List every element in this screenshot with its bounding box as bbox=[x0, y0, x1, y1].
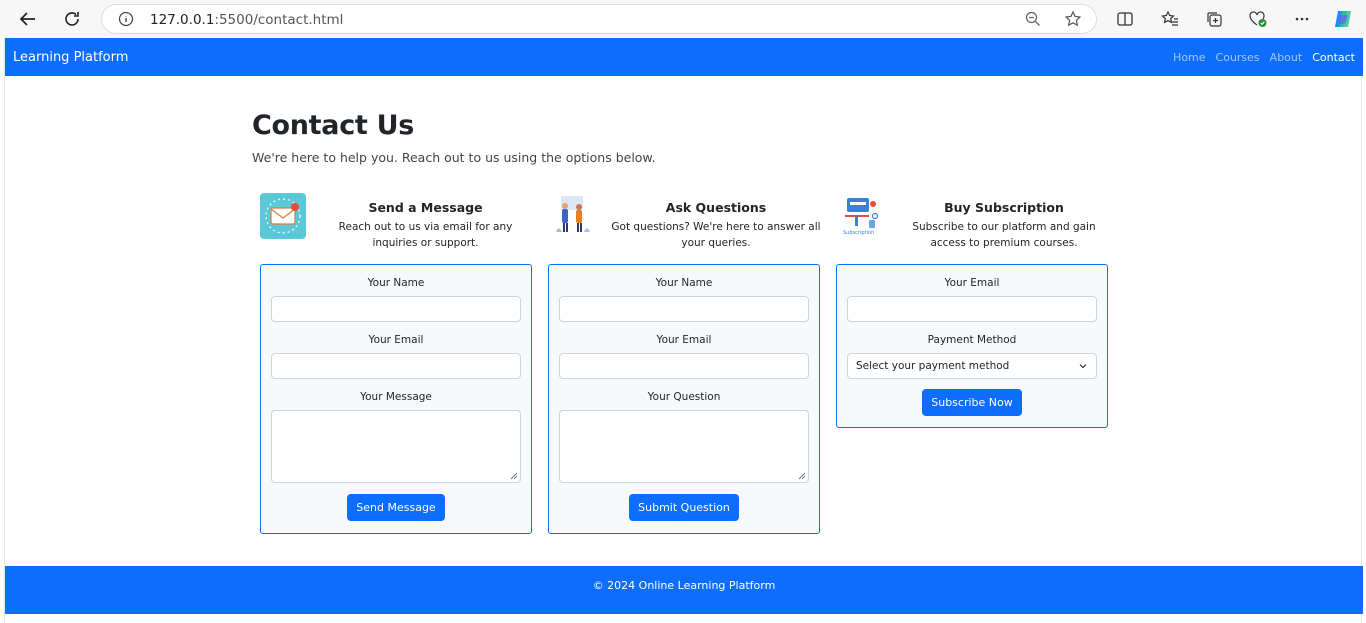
section-description: Got questions? We're here to answer all … bbox=[611, 221, 821, 249]
svg-text:Subscription: Subscription bbox=[843, 230, 874, 236]
chevron-down-icon bbox=[1079, 364, 1087, 369]
name-label: Your Name bbox=[655, 277, 713, 289]
subscribe-now-button[interactable]: Subscribe Now bbox=[922, 389, 1022, 416]
send-message-form: Your Name Your Email Your Message Send M… bbox=[260, 264, 532, 534]
url-text: 127.0.0.1:5500/contact.html bbox=[150, 12, 344, 28]
name-input[interactable] bbox=[271, 296, 521, 322]
more-options-icon[interactable] bbox=[1290, 7, 1314, 31]
subscription-form: Your Email Payment Method Select your pa… bbox=[836, 264, 1108, 428]
payment-method-select[interactable]: Select your payment method bbox=[847, 353, 1097, 379]
submit-question-button[interactable]: Submit Question bbox=[629, 494, 739, 521]
section-ask-questions: Ask Questions Got questions? We're here … bbox=[553, 190, 823, 250]
favorites-icon[interactable] bbox=[1158, 7, 1182, 31]
page-subtitle: We're here to help you. Reach out to us … bbox=[252, 150, 656, 165]
favorite-star-icon[interactable] bbox=[1064, 10, 1082, 33]
copilot-icon[interactable] bbox=[1331, 7, 1355, 31]
message-label: Your Message bbox=[360, 391, 432, 403]
ask-question-form: Your Name Your Email Your Question Submi… bbox=[548, 264, 820, 534]
section-title: Buy Subscription bbox=[944, 200, 1064, 215]
email-label: Your Email bbox=[944, 277, 1000, 289]
nav-link-about[interactable]: About bbox=[1270, 51, 1303, 64]
email-input[interactable] bbox=[271, 353, 521, 379]
nav-link-contact[interactable]: Contact bbox=[1312, 51, 1355, 64]
envelope-icon bbox=[259, 192, 307, 240]
browser-toolbar: 127.0.0.1:5500/contact.html bbox=[0, 0, 1366, 38]
message-textarea[interactable] bbox=[271, 410, 521, 483]
nav-links: Home Courses About Contact bbox=[1173, 51, 1355, 64]
back-arrow-icon[interactable] bbox=[16, 7, 40, 31]
payment-method-label: Payment Method bbox=[927, 334, 1017, 346]
address-bar[interactable]: 127.0.0.1:5500/contact.html bbox=[101, 4, 1097, 34]
section-title: Send a Message bbox=[368, 200, 483, 215]
nav-link-home[interactable]: Home bbox=[1173, 51, 1205, 64]
question-label: Your Question bbox=[647, 391, 721, 403]
footer-text: © 2024 Online Learning Platform bbox=[592, 579, 776, 592]
site-info-icon[interactable] bbox=[118, 11, 134, 32]
navbar-brand[interactable]: Learning Platform bbox=[13, 50, 128, 65]
section-description: Subscribe to our platform and gain acces… bbox=[912, 221, 1096, 249]
refresh-icon[interactable] bbox=[60, 7, 84, 31]
resize-grip-icon[interactable] bbox=[798, 472, 806, 480]
web-page: Learning Platform Home Courses About Con… bbox=[4, 38, 1363, 623]
section-title: Ask Questions bbox=[665, 200, 767, 215]
zoom-out-icon[interactable] bbox=[1024, 10, 1042, 33]
collections-icon[interactable] bbox=[1202, 7, 1226, 31]
email-label: Your Email bbox=[656, 334, 712, 346]
footer: © 2024 Online Learning Platform bbox=[5, 566, 1363, 614]
split-screen-icon[interactable] bbox=[1113, 7, 1137, 31]
name-input[interactable] bbox=[559, 296, 809, 322]
section-buy-subscription: Subscription Buy Subscription Subscribe … bbox=[839, 190, 1111, 250]
section-send-message: Send a Message Reach out to us via email… bbox=[259, 190, 534, 250]
nav-link-courses[interactable]: Courses bbox=[1216, 51, 1260, 64]
email-input[interactable] bbox=[559, 353, 809, 379]
section-description: Reach out to us via email for any inquir… bbox=[338, 221, 513, 249]
resize-grip-icon[interactable] bbox=[510, 472, 518, 480]
send-message-button[interactable]: Send Message bbox=[347, 494, 445, 521]
performance-heart-icon[interactable] bbox=[1246, 7, 1270, 31]
name-label: Your Name bbox=[367, 277, 425, 289]
people-question-icon bbox=[553, 192, 601, 240]
email-input[interactable] bbox=[847, 296, 1097, 322]
navbar: Learning Platform Home Courses About Con… bbox=[5, 38, 1363, 76]
page-title: Contact Us bbox=[252, 110, 415, 141]
select-value: Select your payment method bbox=[856, 360, 1010, 372]
subscription-icon: Subscription bbox=[839, 192, 887, 240]
question-textarea[interactable] bbox=[559, 410, 809, 483]
email-label: Your Email bbox=[368, 334, 424, 346]
